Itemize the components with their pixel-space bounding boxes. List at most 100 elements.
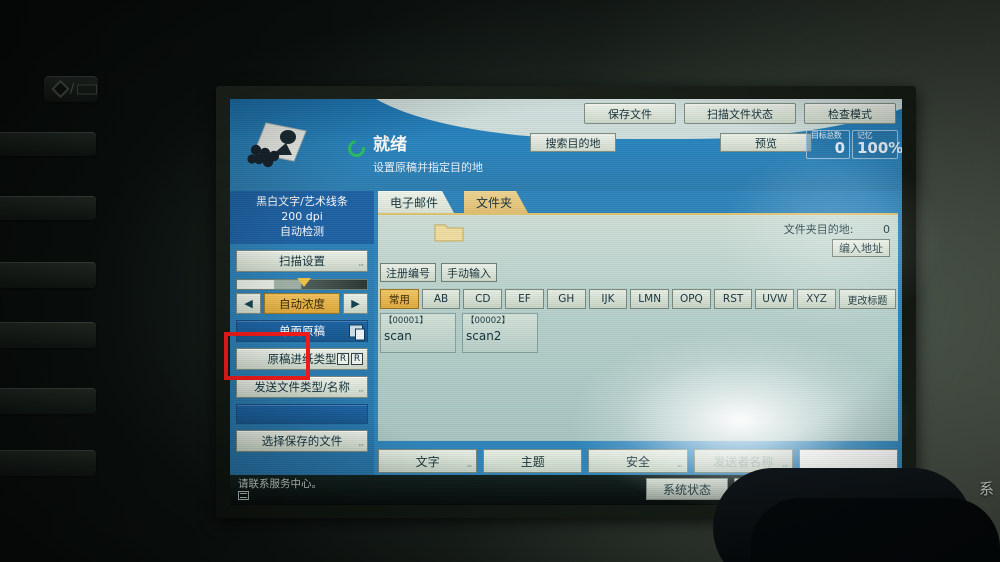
entry-name: scan — [384, 328, 412, 343]
destination-entry-list: 【00001】 scan 【00002】 scan2 — [380, 313, 538, 353]
single-sided-label: 单面原稿 — [279, 324, 325, 338]
ellipsis-icon: ··· — [466, 462, 473, 471]
subject-button[interactable]: 主题 — [483, 449, 583, 473]
scan-mode-summary: 黑白文字/艺术线条 200 dpi 自动检测 — [230, 191, 374, 244]
orientation-r-icon: RR — [337, 353, 363, 365]
service-message: 请联系服务中心。 — [238, 478, 322, 500]
ellipsis-icon: ··· — [358, 261, 364, 270]
text-button-label: 文字 — [415, 454, 440, 469]
alpha-tab-xyz[interactable]: XYZ — [797, 289, 836, 309]
sender-name-label: 发送者名称 — [713, 454, 774, 469]
service-message-text: 请联系服务中心。 — [238, 478, 322, 490]
density-marker-icon — [296, 278, 311, 287]
list-item[interactable]: 【00002】 scan2 — [462, 313, 538, 353]
select-stored-file-label: 选择保存的文件 — [261, 434, 343, 448]
alpha-tab-ab[interactable]: AB — [421, 289, 461, 309]
mode-line-3: 自动检测 — [280, 225, 324, 238]
register-address-button[interactable]: 编入地址 — [832, 239, 890, 257]
destination-total-value: 0 — [834, 139, 845, 157]
ellipsis-icon: ··· — [358, 387, 364, 396]
destination-label: 文件夹目的地: — [783, 223, 854, 236]
density-track[interactable] — [236, 278, 368, 290]
registration-number-label: 注册编号 — [386, 266, 430, 280]
select-stored-file-button[interactable]: 选择保存的文件 ··· — [236, 430, 368, 452]
service-call-icon — [238, 491, 249, 500]
function-button-2[interactable] — [0, 196, 96, 220]
scan-file-status-button[interactable]: 扫描文件状态 — [684, 103, 796, 124]
original-feed-type-label: 原稿进纸类型 — [267, 352, 337, 366]
save-file-button[interactable]: 保存文件 — [584, 103, 676, 124]
memory-value: 100% — [857, 139, 902, 157]
function-button-3[interactable] — [0, 262, 96, 288]
main-area: 电子邮件 文件夹 文件夹目的地: 0 编入地址 注册编号 手动输入 常用 AB … — [374, 191, 902, 475]
send-file-type-label: 发送文件类型/名称 — [254, 380, 350, 394]
diamond-slash-icon: / — [51, 79, 98, 99]
copier-body: / 保存文件 扫描文件状态 检查模式 搜索目的地 预览 目标总数 0 记忆 10… — [0, 0, 1000, 562]
memory-meter: 记忆 100% — [852, 130, 902, 159]
check-mode-button[interactable]: 检查模式 — [804, 103, 896, 124]
preview-button[interactable]: 预览 — [720, 133, 812, 152]
sidebar-blank-button[interactable] — [236, 404, 368, 424]
manual-input-button[interactable]: 手动输入 — [441, 263, 497, 282]
alpha-tab-ijk[interactable]: IJK — [588, 289, 628, 309]
security-button[interactable]: 安全 ··· — [588, 449, 688, 473]
destination-count: 0 — [883, 223, 890, 236]
folder-icon — [434, 221, 464, 246]
function-button-1[interactable] — [0, 132, 96, 156]
density-increase-button[interactable]: ▶ — [343, 293, 368, 314]
header: 保存文件 扫描文件状态 检查模式 搜索目的地 预览 目标总数 0 记忆 100% — [230, 99, 902, 191]
touchscreen-panel: 保存文件 扫描文件状态 检查模式 搜索目的地 预览 目标总数 0 记忆 100% — [216, 86, 916, 518]
power-eco-button[interactable]: / — [44, 76, 98, 102]
change-title-button[interactable]: 更改标题 — [838, 289, 896, 309]
tab-bar: 电子邮件 文件夹 — [378, 191, 898, 213]
list-item[interactable]: 【00001】 scan — [380, 313, 456, 353]
function-button-6[interactable] — [0, 450, 96, 476]
edge-label: 系 — [978, 480, 994, 498]
alpha-tab-uvw[interactable]: UVW — [755, 289, 795, 309]
ready-status: 就绪 设置原稿并指定目的地 — [344, 135, 483, 175]
single-sided-original-button[interactable]: 单面原稿 — [236, 320, 368, 342]
entry-button-group: 注册编号 手动输入 — [380, 263, 497, 282]
density-row: ◀ 自动浓度 ▶ — [236, 293, 368, 314]
alphabet-tab-row: 常用 AB CD EF GH IJK LMN OPQ RST UVW XYZ 更… — [380, 289, 896, 309]
alpha-tab-cd[interactable]: CD — [463, 289, 503, 309]
text-button[interactable]: 文字 ··· — [378, 449, 478, 473]
scan-settings-button[interactable]: 扫描设置 ··· — [236, 250, 368, 272]
folder-destination-panel: 文件夹目的地: 0 编入地址 注册编号 手动输入 常用 AB CD EF GH … — [378, 213, 898, 441]
density-decrease-button[interactable]: ◀ — [236, 293, 261, 314]
alpha-tab-frequent[interactable]: 常用 — [380, 289, 419, 309]
auto-density-button[interactable]: 自动浓度 — [264, 293, 340, 314]
manual-input-label: 手动输入 — [447, 266, 491, 280]
alpha-tab-gh[interactable]: GH — [546, 289, 586, 309]
function-button-5[interactable] — [0, 388, 96, 414]
destination-count-line: 文件夹目的地: 0 — [784, 221, 890, 237]
function-button-4[interactable] — [0, 322, 96, 348]
mode-line-2: 200 dpi — [281, 210, 323, 223]
alpha-tab-ef[interactable]: EF — [505, 289, 544, 309]
system-status-button[interactable]: 系统状态 — [646, 478, 728, 500]
alpha-tab-rst[interactable]: RST — [713, 289, 753, 309]
status-subtitle: 设置原稿并指定目的地 — [373, 160, 483, 174]
screen: 保存文件 扫描文件状态 检查模式 搜索目的地 预览 目标总数 0 记忆 100% — [230, 99, 902, 505]
registration-number-button[interactable]: 注册编号 — [380, 263, 436, 282]
sidebar: 黑白文字/艺术线条 200 dpi 自动检测 扫描设置 ··· ◀ 自动浓度 ▶ — [230, 191, 374, 475]
ellipsis-icon: ··· — [358, 441, 364, 450]
scan-settings-label: 扫描设置 — [279, 254, 325, 268]
duplex-icon — [349, 324, 365, 341]
status-title: 就绪 — [373, 135, 407, 155]
original-feed-type-button[interactable]: 原稿进纸类型 RR — [236, 348, 368, 370]
entry-id: 【00002】 — [466, 316, 511, 326]
alpha-tab-lmn[interactable]: LMN — [630, 289, 670, 309]
mode-line-1: 黑白文字/艺术线条 — [256, 195, 348, 208]
density-control: ◀ 自动浓度 ▶ — [236, 278, 368, 314]
security-button-label: 安全 — [626, 454, 651, 469]
status-row: 搜索目的地 预览 目标总数 0 记忆 100% — [230, 129, 902, 163]
send-file-type-name-button[interactable]: 发送文件类型/名称 ··· — [236, 376, 368, 398]
alpha-tab-opq[interactable]: OPQ — [672, 289, 711, 309]
search-destination-button[interactable]: 搜索目的地 — [530, 133, 616, 152]
entry-name: scan2 — [466, 328, 502, 343]
tab-email[interactable]: 电子邮件 — [378, 191, 454, 213]
ready-ring-icon — [344, 136, 369, 161]
ellipsis-icon: ··· — [676, 462, 683, 471]
tab-folder[interactable]: 文件夹 — [464, 191, 528, 213]
